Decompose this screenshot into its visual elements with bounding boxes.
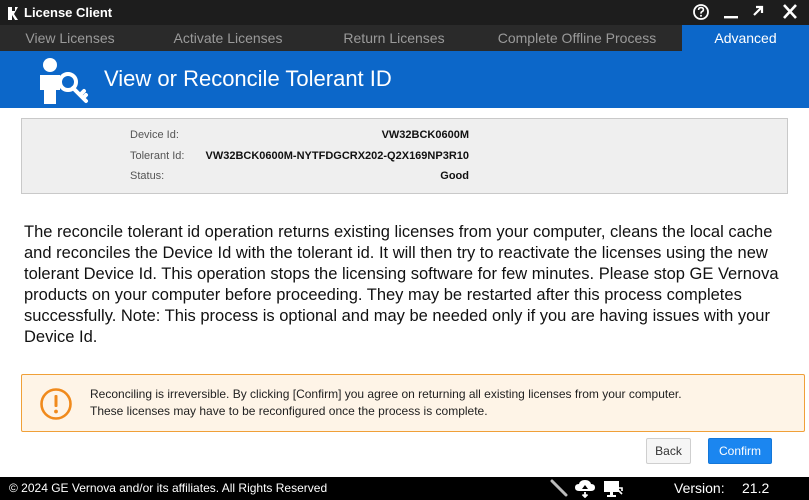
- pen-icon: [550, 479, 568, 497]
- minimize-button[interactable]: [720, 2, 742, 22]
- help-button[interactable]: [690, 2, 712, 22]
- tab-activate-licenses[interactable]: Activate Licenses: [148, 25, 308, 51]
- status-value: Good: [440, 170, 469, 182]
- device-id-value: VW32BCK0600M: [381, 129, 469, 141]
- maximize-icon: [753, 5, 764, 16]
- tab-advanced[interactable]: Advanced: [682, 25, 809, 51]
- tab-bar: View Licenses Activate Licenses Return L…: [0, 25, 809, 51]
- minimize-icon: [724, 16, 738, 19]
- warning-circle-icon: [40, 388, 72, 420]
- back-button[interactable]: Back: [646, 438, 691, 464]
- status-bar: © 2024 GE Vernova and/or its affiliates.…: [0, 477, 809, 500]
- warning-line-2: These licenses may have to be reconfigur…: [90, 404, 488, 418]
- device-info-panel: Device Id: VW32BCK0600M Tolerant Id: VW3…: [21, 118, 788, 194]
- help-icon: [693, 4, 709, 20]
- monitor-icon[interactable]: [602, 479, 624, 498]
- copyright-text: © 2024 GE Vernova and/or its affiliates.…: [9, 481, 328, 495]
- description-text: The reconcile tolerant id operation retu…: [24, 223, 779, 346]
- tab-return-licenses[interactable]: Return Licenses: [320, 25, 468, 51]
- main-content: Device Id: VW32BCK0600M Tolerant Id: VW3…: [0, 108, 809, 477]
- close-icon: [783, 4, 797, 19]
- tolerant-id-value: VW32BCK0600M-NYTFDGCRX202-Q2X169NP3R10: [205, 150, 469, 162]
- maximize-button[interactable]: [747, 2, 769, 22]
- cloud-sync-icon[interactable]: [574, 479, 596, 498]
- tolerant-id-label: Tolerant Id:: [130, 150, 185, 162]
- warning-line-1: Reconciling is irreversible. By clicking…: [90, 387, 682, 401]
- warning-panel: Reconciling is irreversible. By clicking…: [21, 374, 805, 432]
- app-logo-icon: [8, 7, 18, 20]
- warning-text: Reconciling is irreversible. By clicking…: [90, 386, 790, 420]
- version-value: 21.2: [742, 480, 770, 496]
- window-title: License Client: [24, 5, 113, 20]
- status-label: Status:: [130, 170, 165, 182]
- tab-complete-offline-process[interactable]: Complete Offline Process: [478, 25, 676, 51]
- title-bar: License Client: [0, 0, 809, 25]
- confirm-button[interactable]: Confirm: [708, 438, 772, 464]
- page-title: View or Reconcile Tolerant ID: [104, 66, 392, 91]
- device-id-label: Device Id:: [130, 129, 179, 141]
- user-key-icon: [40, 58, 88, 104]
- page-header: View or Reconcile Tolerant ID: [0, 51, 809, 108]
- tab-view-licenses[interactable]: View Licenses: [0, 25, 140, 51]
- version-label: Version:: [674, 480, 725, 496]
- close-button[interactable]: [779, 2, 801, 22]
